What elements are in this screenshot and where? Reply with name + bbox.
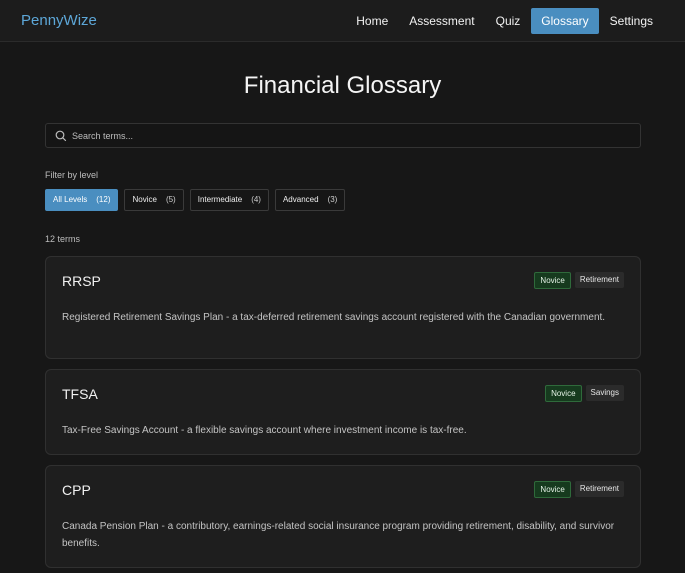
term-tags: Novice Retirement <box>534 481 624 498</box>
filter-novice-button[interactable]: Novice (5) <box>124 189 184 211</box>
level-filter-group: All Levels (12) Novice (5) Intermediate (4)… <box>45 189 346 211</box>
page-title: Financial Glossary <box>243 72 442 99</box>
filter-intermediate-button[interactable]: Intermediate (4) <box>189 189 269 211</box>
filter-label: Filter by level <box>45 170 99 180</box>
nav-links: Home Assessment Quiz Glossary Settings <box>345 8 663 34</box>
level-badge: Novice <box>534 272 571 289</box>
filter-label-text: Advanced <box>282 195 319 204</box>
term-title: RRSP <box>62 273 101 289</box>
term-definition: Registered Retirement Savings Plan - a t… <box>62 312 606 323</box>
term-tags: Novice Savings <box>545 385 624 402</box>
level-badge: Novice <box>545 385 582 402</box>
term-card-tfsa[interactable]: TFSA Novice Savings Tax-Free Savings Acc… <box>45 369 641 455</box>
category-badge: Retirement <box>574 481 624 497</box>
term-card-rrsp[interactable]: RRSP Novice Retirement Registered Retire… <box>45 256 641 359</box>
term-tags: Novice Retirement <box>534 272 624 289</box>
filter-count: (12) <box>96 195 111 204</box>
top-navbar: PennyWize Home Assessment Quiz Glossary … <box>0 0 685 42</box>
filter-label-text: Intermediate <box>197 195 243 204</box>
search-icon <box>54 129 68 143</box>
nav-link-assessment[interactable]: Assessment <box>399 8 484 34</box>
filter-count: (3) <box>327 195 338 204</box>
nav-link-home[interactable]: Home <box>346 8 398 34</box>
term-definition: Canada Pension Plan - a contributory, ea… <box>62 521 615 549</box>
filter-label-text: All Levels <box>53 195 88 204</box>
filter-advanced-button[interactable]: Advanced (3) <box>274 189 346 211</box>
category-badge: Savings <box>585 385 624 401</box>
search-input[interactable] <box>72 124 632 147</box>
filter-all-levels-button[interactable]: All Levels (12) <box>45 189 119 211</box>
filter-count: (5) <box>165 195 176 204</box>
nav-link-settings[interactable]: Settings <box>600 8 663 34</box>
term-card-cpp[interactable]: CPP Novice Retirement Canada Pension Pla… <box>45 465 641 568</box>
category-badge: Retirement <box>574 272 624 288</box>
nav-link-quiz[interactable]: Quiz <box>486 8 531 34</box>
term-title: TFSA <box>62 386 98 402</box>
filter-count: (4) <box>251 195 261 204</box>
term-definition: Tax-Free Savings Account - a flexible sa… <box>62 425 467 436</box>
term-count: 12 terms <box>45 234 81 244</box>
filter-label-text: Novice <box>132 195 157 204</box>
search-box[interactable] <box>45 123 641 148</box>
brand-logo[interactable]: PennyWize <box>21 12 97 29</box>
level-badge: Novice <box>534 481 571 498</box>
nav-link-glossary[interactable]: Glossary <box>531 8 599 34</box>
term-title: CPP <box>62 482 91 498</box>
